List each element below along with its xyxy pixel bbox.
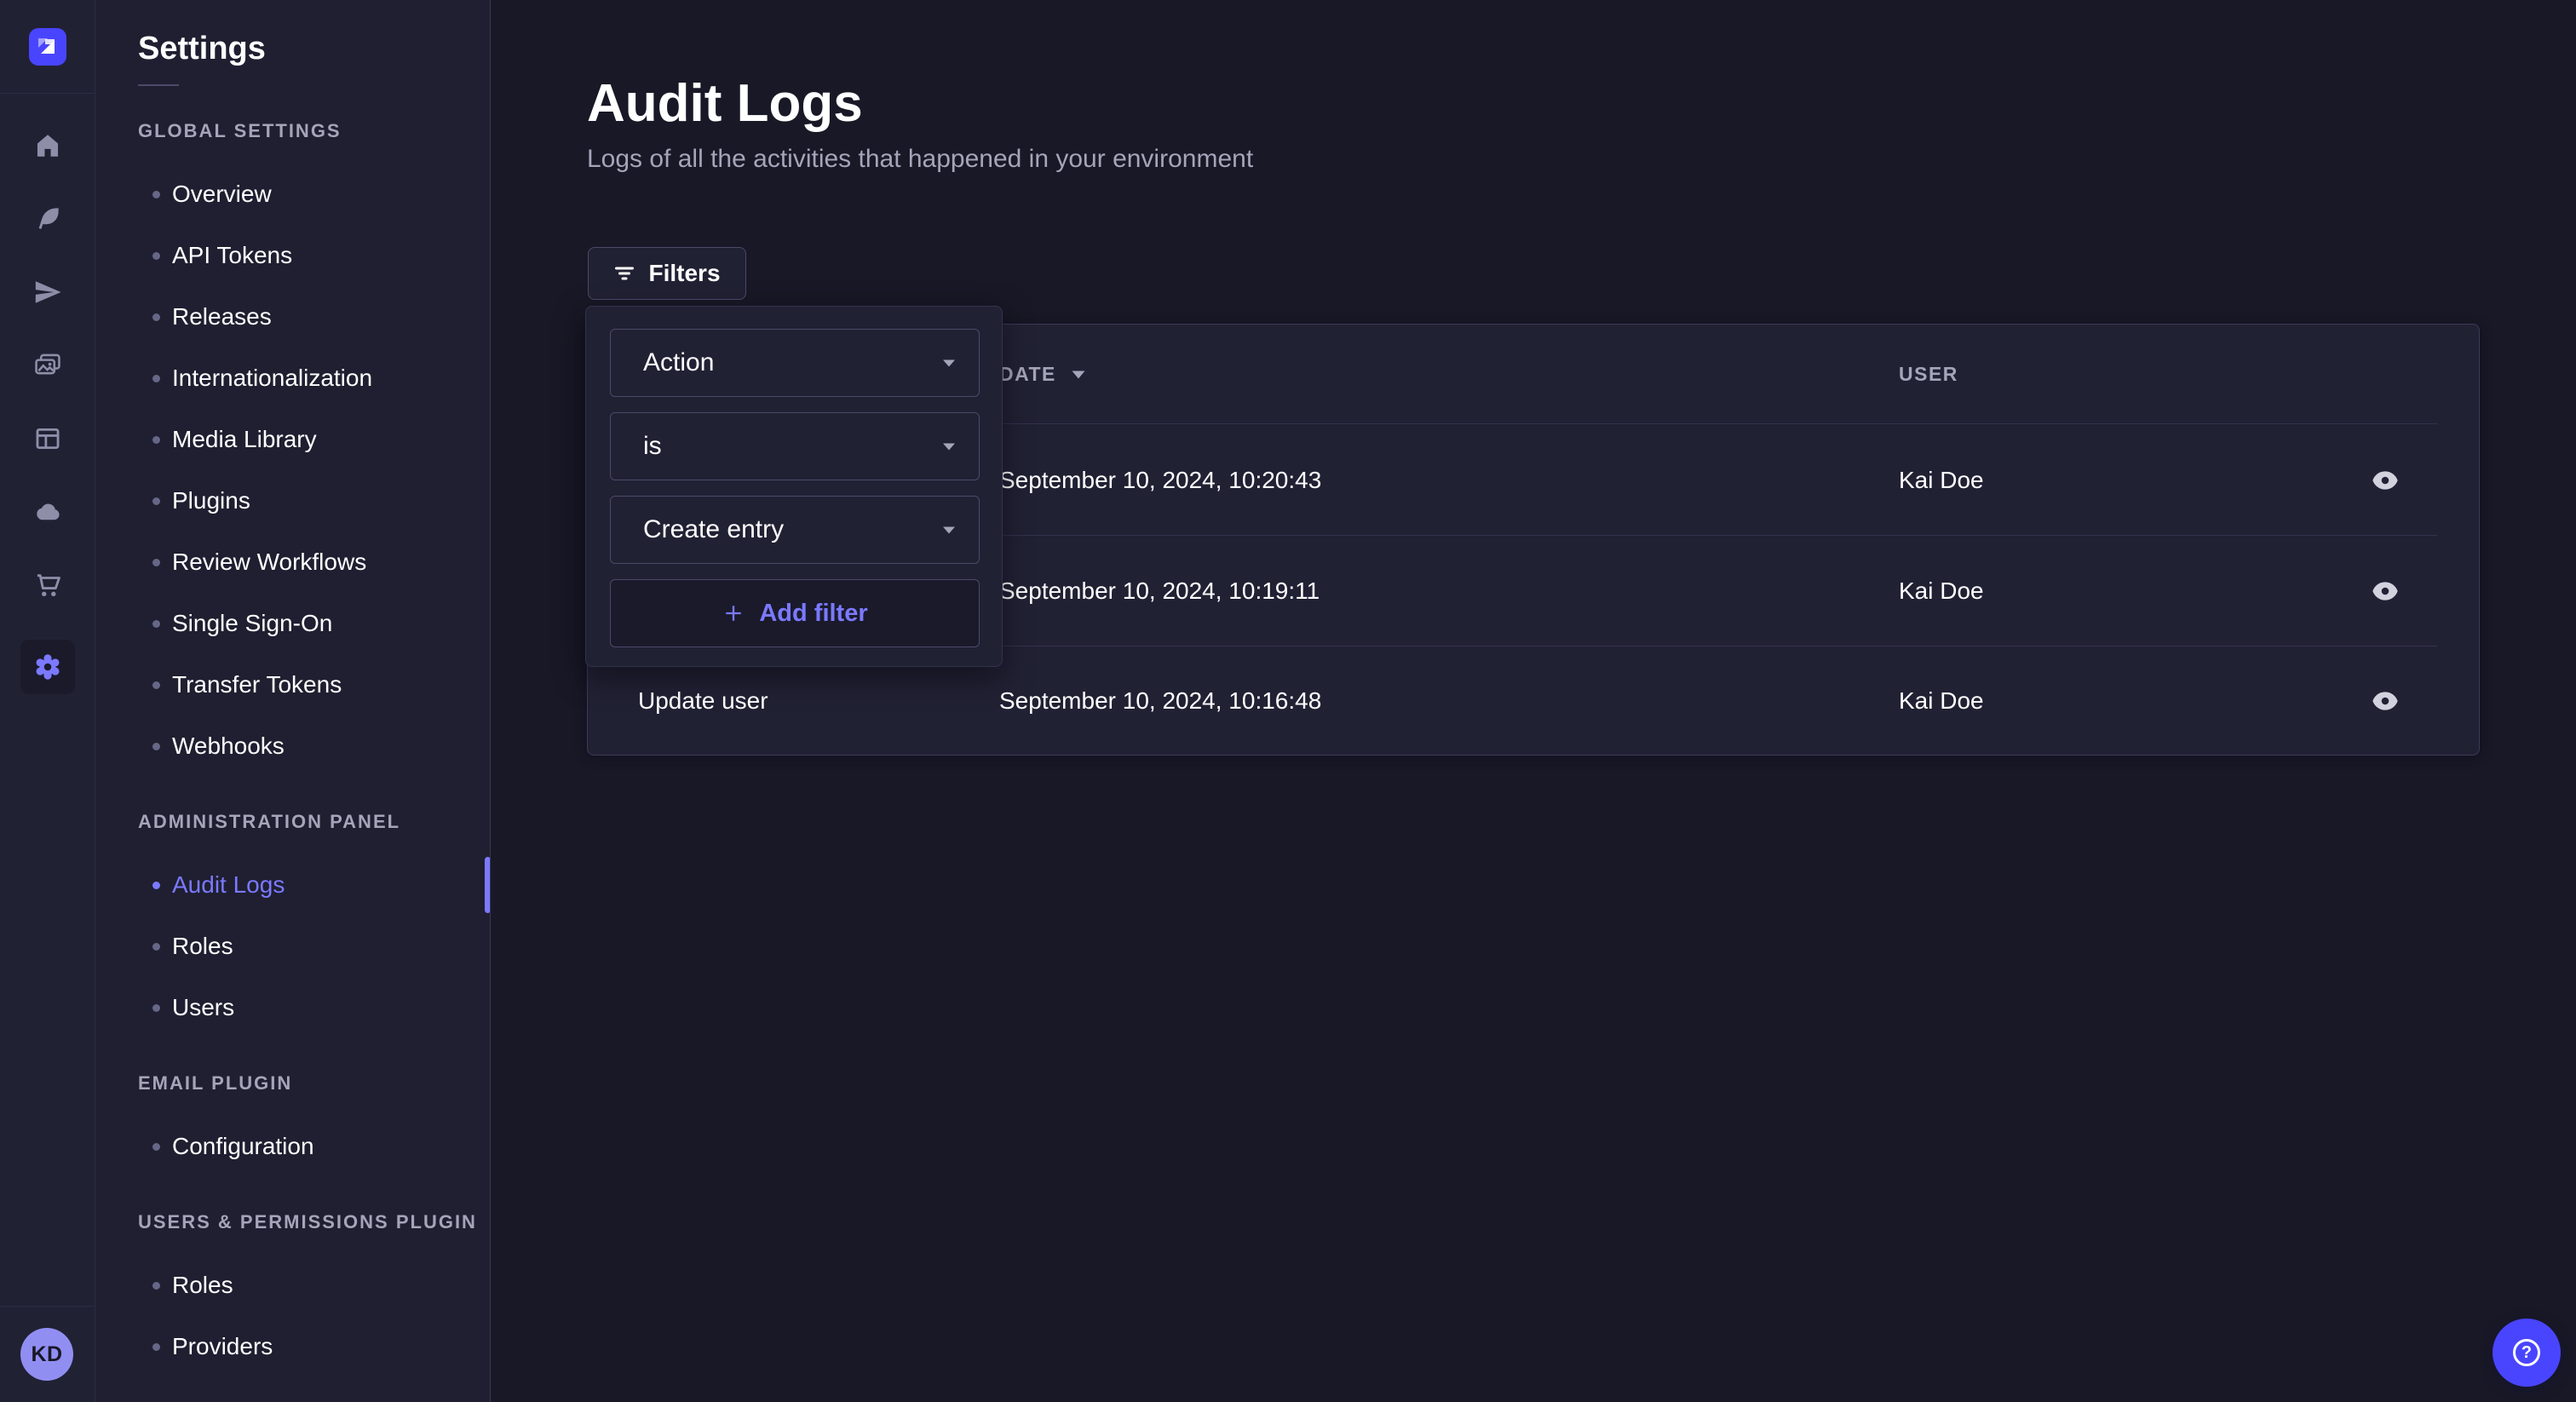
section-label: ADMINISTRATION PANEL [138, 811, 490, 833]
column-header-user: USER [1899, 325, 1958, 423]
workspace-logo[interactable] [0, 0, 95, 94]
layout-icon[interactable] [0, 402, 95, 475]
bullet-icon [152, 375, 160, 382]
bullet-icon [152, 559, 160, 566]
section-label: EMAIL PLUGIN [138, 1072, 490, 1095]
view-details-button[interactable] [2365, 684, 2406, 718]
view-details-button[interactable] [2365, 463, 2406, 497]
bullet-icon [152, 1282, 160, 1290]
section-global-settings: GLOBAL SETTINGS Overview API Tokens Rele… [95, 120, 490, 777]
filter-icon [613, 265, 635, 282]
sort-desc-icon [1070, 369, 1087, 380]
plus-icon [722, 601, 745, 625]
cell-user: Kai Doe [1899, 467, 1984, 494]
sidebar-title: Settings [138, 31, 490, 67]
add-filter-button[interactable]: Add filter [610, 579, 980, 647]
sidebar-item-media-library[interactable]: Media Library [95, 409, 490, 470]
strapi-logo-icon [29, 28, 66, 66]
page-subtitle: Logs of all the activities that happened… [587, 145, 1253, 174]
settings-active-tile [20, 640, 75, 694]
cell-date: September 10, 2024, 10:19:11 [999, 577, 1320, 605]
cell-date: September 10, 2024, 10:16:48 [999, 687, 1321, 715]
cloud-icon[interactable] [0, 475, 95, 549]
sidebar-item-overview[interactable]: Overview [95, 164, 490, 225]
filter-value-value: Create entry [643, 515, 784, 544]
filter-operator-value: is [643, 432, 662, 461]
filter-popover: Action is Create entry Add filter [585, 306, 1003, 667]
section-email-plugin: EMAIL PLUGIN Configuration [95, 1072, 490, 1177]
bullet-icon [152, 943, 160, 951]
avatar-initials: KD [31, 1342, 62, 1367]
sidebar-item-audit-logs[interactable]: Audit Logs [95, 854, 490, 916]
add-filter-label: Add filter [759, 600, 867, 628]
filter-value-select[interactable]: Create entry [610, 496, 980, 564]
cell-date: September 10, 2024, 10:20:43 [999, 467, 1321, 494]
view-details-button[interactable] [2365, 574, 2406, 608]
bullet-icon [152, 252, 160, 260]
chevron-down-icon [941, 525, 957, 535]
sidebar-title-underline [138, 84, 179, 86]
bullet-icon [152, 1143, 160, 1151]
section-administration-panel: ADMINISTRATION PANEL Audit Logs Roles Us… [95, 811, 490, 1038]
settings-gear-icon[interactable] [0, 630, 95, 704]
help-button[interactable]: ? [2493, 1319, 2561, 1387]
bullet-icon [152, 743, 160, 750]
sidebar-item-up-providers[interactable]: Providers [95, 1316, 490, 1377]
chevron-down-icon [941, 441, 957, 451]
sidebar-item-transfer-tokens[interactable]: Transfer Tokens [95, 654, 490, 715]
sidebar-item-configuration[interactable]: Configuration [95, 1116, 490, 1177]
sidebar-item-internationalization[interactable]: Internationalization [95, 348, 490, 409]
chevron-down-icon [941, 358, 957, 368]
user-avatar[interactable]: KD [20, 1328, 73, 1381]
eye-icon [2372, 582, 2399, 600]
filters-button[interactable]: Filters [588, 247, 746, 300]
bullet-icon [152, 436, 160, 444]
section-label: USERS & PERMISSIONS PLUGIN [138, 1211, 490, 1233]
bullet-icon [152, 882, 160, 889]
app-root: KD Settings GLOBAL SETTINGS Overview API… [0, 0, 2576, 1402]
shopping-cart-icon[interactable] [0, 549, 95, 622]
home-icon[interactable] [0, 109, 95, 182]
rail-divider [0, 1306, 95, 1307]
settings-sidebar: Settings GLOBAL SETTINGS Overview API To… [95, 0, 491, 1402]
filter-operator-select[interactable]: is [610, 412, 980, 480]
section-users-permissions-plugin: USERS & PERMISSIONS PLUGIN Roles Provide… [95, 1211, 490, 1377]
sidebar-item-webhooks[interactable]: Webhooks [95, 715, 490, 777]
question-mark-icon: ? [2513, 1339, 2540, 1366]
filters-button-label: Filters [648, 260, 720, 287]
sidebar-item-admin-roles[interactable]: Roles [95, 916, 490, 977]
filter-field-select[interactable]: Action [610, 329, 980, 397]
sidebar-item-review-workflows[interactable]: Review Workflows [95, 531, 490, 593]
column-header-date[interactable]: DATE [999, 325, 1087, 423]
bullet-icon [152, 681, 160, 689]
bullet-icon [152, 620, 160, 628]
bullet-icon [152, 1004, 160, 1012]
filter-field-value: Action [643, 348, 714, 377]
bullet-icon [152, 313, 160, 321]
bullet-icon [152, 1343, 160, 1351]
active-indicator [485, 857, 491, 913]
sidebar-item-releases[interactable]: Releases [95, 286, 490, 348]
sidebar-item-single-sign-on[interactable]: Single Sign-On [95, 593, 490, 654]
bullet-icon [152, 191, 160, 198]
page-title: Audit Logs [587, 73, 863, 134]
sidebar-item-api-tokens[interactable]: API Tokens [95, 225, 490, 286]
section-label: GLOBAL SETTINGS [138, 120, 490, 142]
sidebar-item-plugins[interactable]: Plugins [95, 470, 490, 531]
feather-icon[interactable] [0, 182, 95, 256]
sidebar-item-admin-users[interactable]: Users [95, 977, 490, 1038]
cell-user: Kai Doe [1899, 687, 1984, 715]
icon-rail: KD [0, 0, 95, 1402]
bullet-icon [152, 497, 160, 505]
cell-user: Kai Doe [1899, 577, 1984, 605]
eye-icon [2372, 471, 2399, 490]
rail-icon-list [0, 94, 95, 704]
eye-icon [2372, 692, 2399, 710]
cell-action: Update user [638, 687, 768, 715]
media-library-icon[interactable] [0, 329, 95, 402]
sidebar-item-up-roles[interactable]: Roles [95, 1255, 490, 1316]
paper-plane-icon[interactable] [0, 256, 95, 329]
